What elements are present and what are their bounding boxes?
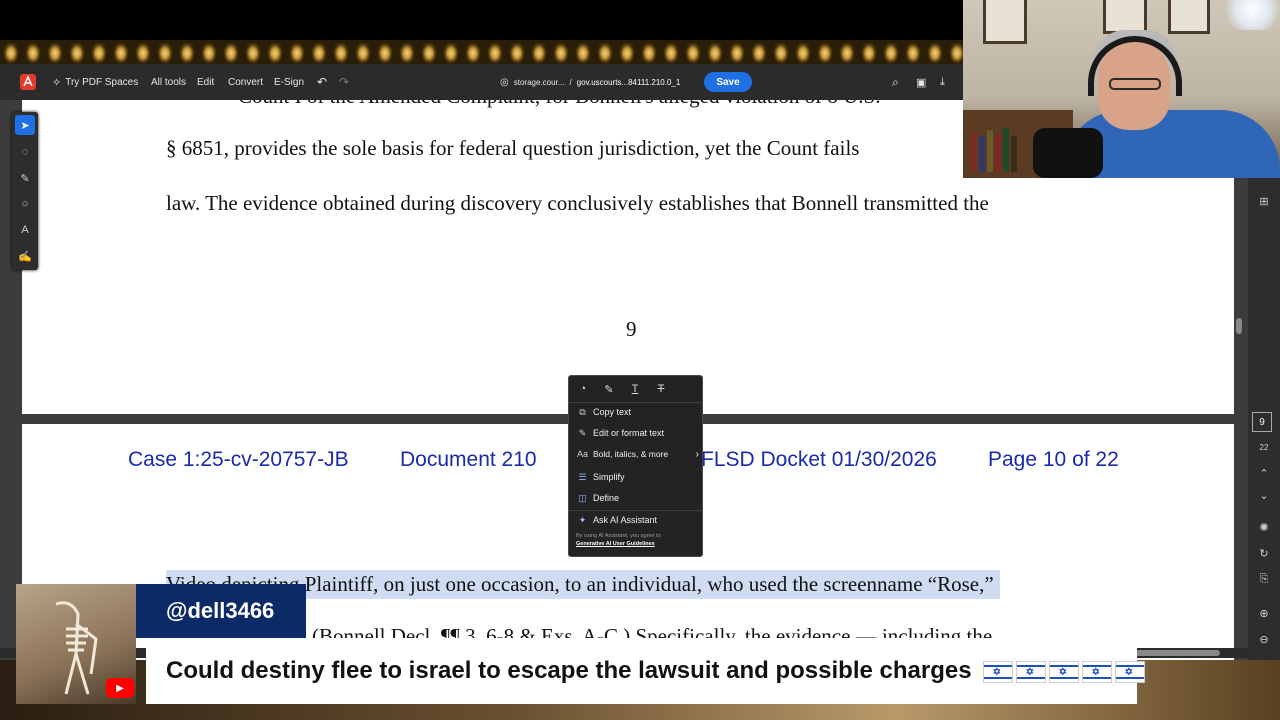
total-pages: 22 <box>1259 442 1269 452</box>
copy-text-menu-item[interactable]: ⧉ Copy text <box>577 403 699 421</box>
chevron-up-icon[interactable]: ⌃ <box>1254 464 1274 482</box>
menu-item-label: Simplify <box>593 472 625 482</box>
quick-actions-row: ◔ ✎ T T <box>575 382 669 396</box>
flag-row: ✡ ✡ ✡ ✡ ✡ <box>980 657 1145 685</box>
edit-format-menu-item[interactable]: ✎ Edit or format text <box>577 424 699 442</box>
settings-icon[interactable]: ✺ <box>1254 518 1274 536</box>
simplify-icon: ☰ <box>578 471 587 482</box>
file-location[interactable]: ◎ storage.cour... / gov.uscourts...84111… <box>500 64 680 100</box>
comment-icon[interactable]: ◌ <box>15 142 35 162</box>
grid-icon[interactable]: ⊞ <box>1254 192 1274 210</box>
signature-icon[interactable]: ✍ <box>15 246 35 266</box>
export-icon[interactable]: ⎘ <box>1254 570 1274 588</box>
zoom-in-icon[interactable]: ⊕ <box>1254 604 1274 622</box>
current-page-input[interactable]: 9 <box>1252 412 1272 432</box>
header-document: Document 210 <box>400 448 537 471</box>
disclaimer-text: By using AI Assistant, you agree to <box>576 533 661 539</box>
all-tools-menu[interactable]: All tools <box>151 64 186 100</box>
page-number: 9 <box>626 317 637 341</box>
left-tool-rail: ➤ ◌ ✎ ○ A ✍ <box>12 112 38 270</box>
zoom-out-icon[interactable]: ⊖ <box>1254 630 1274 648</box>
sparkle-icon: ✧ <box>52 76 62 89</box>
rotate-icon[interactable]: ↻ <box>1254 544 1274 562</box>
convert-menu[interactable]: Convert <box>228 64 263 100</box>
caption-text: Could destiny flee to israel to escape t… <box>166 657 972 684</box>
right-tool-rail: ⌃ ⊞ 22 ⌃ ⌄ ✺ ↻ ⎘ ⊕ ⊖ <box>1248 100 1280 660</box>
header-page: Page 10 of 22 <box>988 448 1119 471</box>
vertical-scrollbar[interactable] <box>1236 318 1242 334</box>
menu-item-label: Edit or format text <box>593 428 665 438</box>
page-text-line: § 6851, provides the sole basis for fede… <box>166 136 860 160</box>
wall-frame <box>983 0 1027 44</box>
url-host: storage.cour... <box>513 77 565 87</box>
redo-icon[interactable]: ↷ <box>339 64 349 100</box>
comment-icon[interactable]: ◔ <box>575 382 591 396</box>
chevron-right-icon: › <box>695 448 699 460</box>
acrobat-toolbar: ✧ Try PDF Spaces All tools Edit Convert … <box>0 64 963 100</box>
define-icon: ◫ <box>578 492 587 503</box>
menu-item-label: Bold, italics, & more <box>593 449 669 459</box>
menu-item-label: Define <box>593 493 620 503</box>
copy-icon: ⧉ <box>579 406 586 417</box>
try-pdf-spaces-label: Try PDF Spaces <box>65 76 139 88</box>
pen-icon[interactable]: ✎ <box>15 168 35 188</box>
channel-avatar: ▶ <box>16 584 136 704</box>
decorative-gold-border <box>0 40 963 64</box>
lasso-icon[interactable]: ○ <box>15 194 35 214</box>
header-case-number: Case 1:25-cv-20757-JB <box>128 448 349 471</box>
guidelines-link[interactable]: Generative AI User Guidelines <box>576 541 655 547</box>
save-button[interactable]: Save <box>704 72 752 92</box>
pages-icon[interactable]: ▣ <box>916 64 926 100</box>
israel-flag-icon: ✡ <box>1048 660 1079 683</box>
lamp-glow <box>1225 0 1280 30</box>
chevron-down-icon[interactable]: ⌄ <box>1254 486 1274 504</box>
underline-icon[interactable]: T <box>627 382 643 396</box>
ask-ai-menu-item[interactable]: ✦ Ask AI Assistant <box>577 511 699 529</box>
israel-flag-icon: ✡ <box>1081 660 1112 683</box>
header-docket: FLSD Docket 01/30/2026 <box>701 448 937 471</box>
microphone <box>1033 128 1103 178</box>
edit-menu[interactable]: Edit <box>197 64 214 100</box>
highlight-icon[interactable]: ✎ <box>601 382 617 396</box>
channel-handle: @dell3466 <box>136 584 306 638</box>
try-pdf-spaces-button[interactable]: ✧ Try PDF Spaces <box>52 64 138 100</box>
text-box-icon[interactable]: A <box>15 220 35 240</box>
url-file: gov.uscourts...84111.210.0_1 <box>576 77 681 87</box>
path-separator: / <box>569 77 572 87</box>
text-context-menu: ◔ ✎ T T ⧉ Copy text ✎ Edit or format tex… <box>568 375 703 557</box>
strikethrough-icon[interactable]: T <box>653 382 669 396</box>
israel-flag-icon: ✡ <box>1015 660 1046 683</box>
bold-italics-menu-item[interactable]: Aa Bold, italics, & more › <box>577 445 699 463</box>
simplify-menu-item[interactable]: ☰ Simplify <box>577 468 699 486</box>
font-icon: Aa <box>577 449 589 459</box>
stream-caption: Could destiny flee to israel to escape t… <box>146 638 1145 704</box>
ai-disclaimer: By using AI Assistant, you agree to Gene… <box>576 532 698 548</box>
undo-icon[interactable]: ↶ <box>317 64 327 100</box>
israel-flag-icon: ✡ <box>982 660 1013 683</box>
globe-icon: ◎ <box>500 76 509 88</box>
edit-icon: ✎ <box>578 427 587 438</box>
menu-item-label: Copy text <box>593 407 632 417</box>
select-cursor-icon[interactable]: ➤ <box>15 115 35 135</box>
page-text-line: law. The evidence obtained during discov… <box>166 191 989 215</box>
esign-menu[interactable]: E-Sign <box>274 64 304 100</box>
webcam-overlay <box>963 0 1280 178</box>
ai-assistant-icon: ✦ <box>578 514 587 525</box>
menu-item-label: Ask AI Assistant <box>593 515 658 525</box>
download-icon[interactable]: ⤓ <box>940 64 945 100</box>
wall-frame <box>1103 0 1147 34</box>
acrobat-logo-icon[interactable] <box>20 64 36 100</box>
youtube-icon: ▶ <box>106 678 134 698</box>
search-icon[interactable]: ⌕ <box>892 64 899 100</box>
wall-frame <box>1168 0 1210 34</box>
define-menu-item[interactable]: ◫ Define <box>577 489 699 507</box>
israel-flag-icon: ✡ <box>1114 660 1145 683</box>
